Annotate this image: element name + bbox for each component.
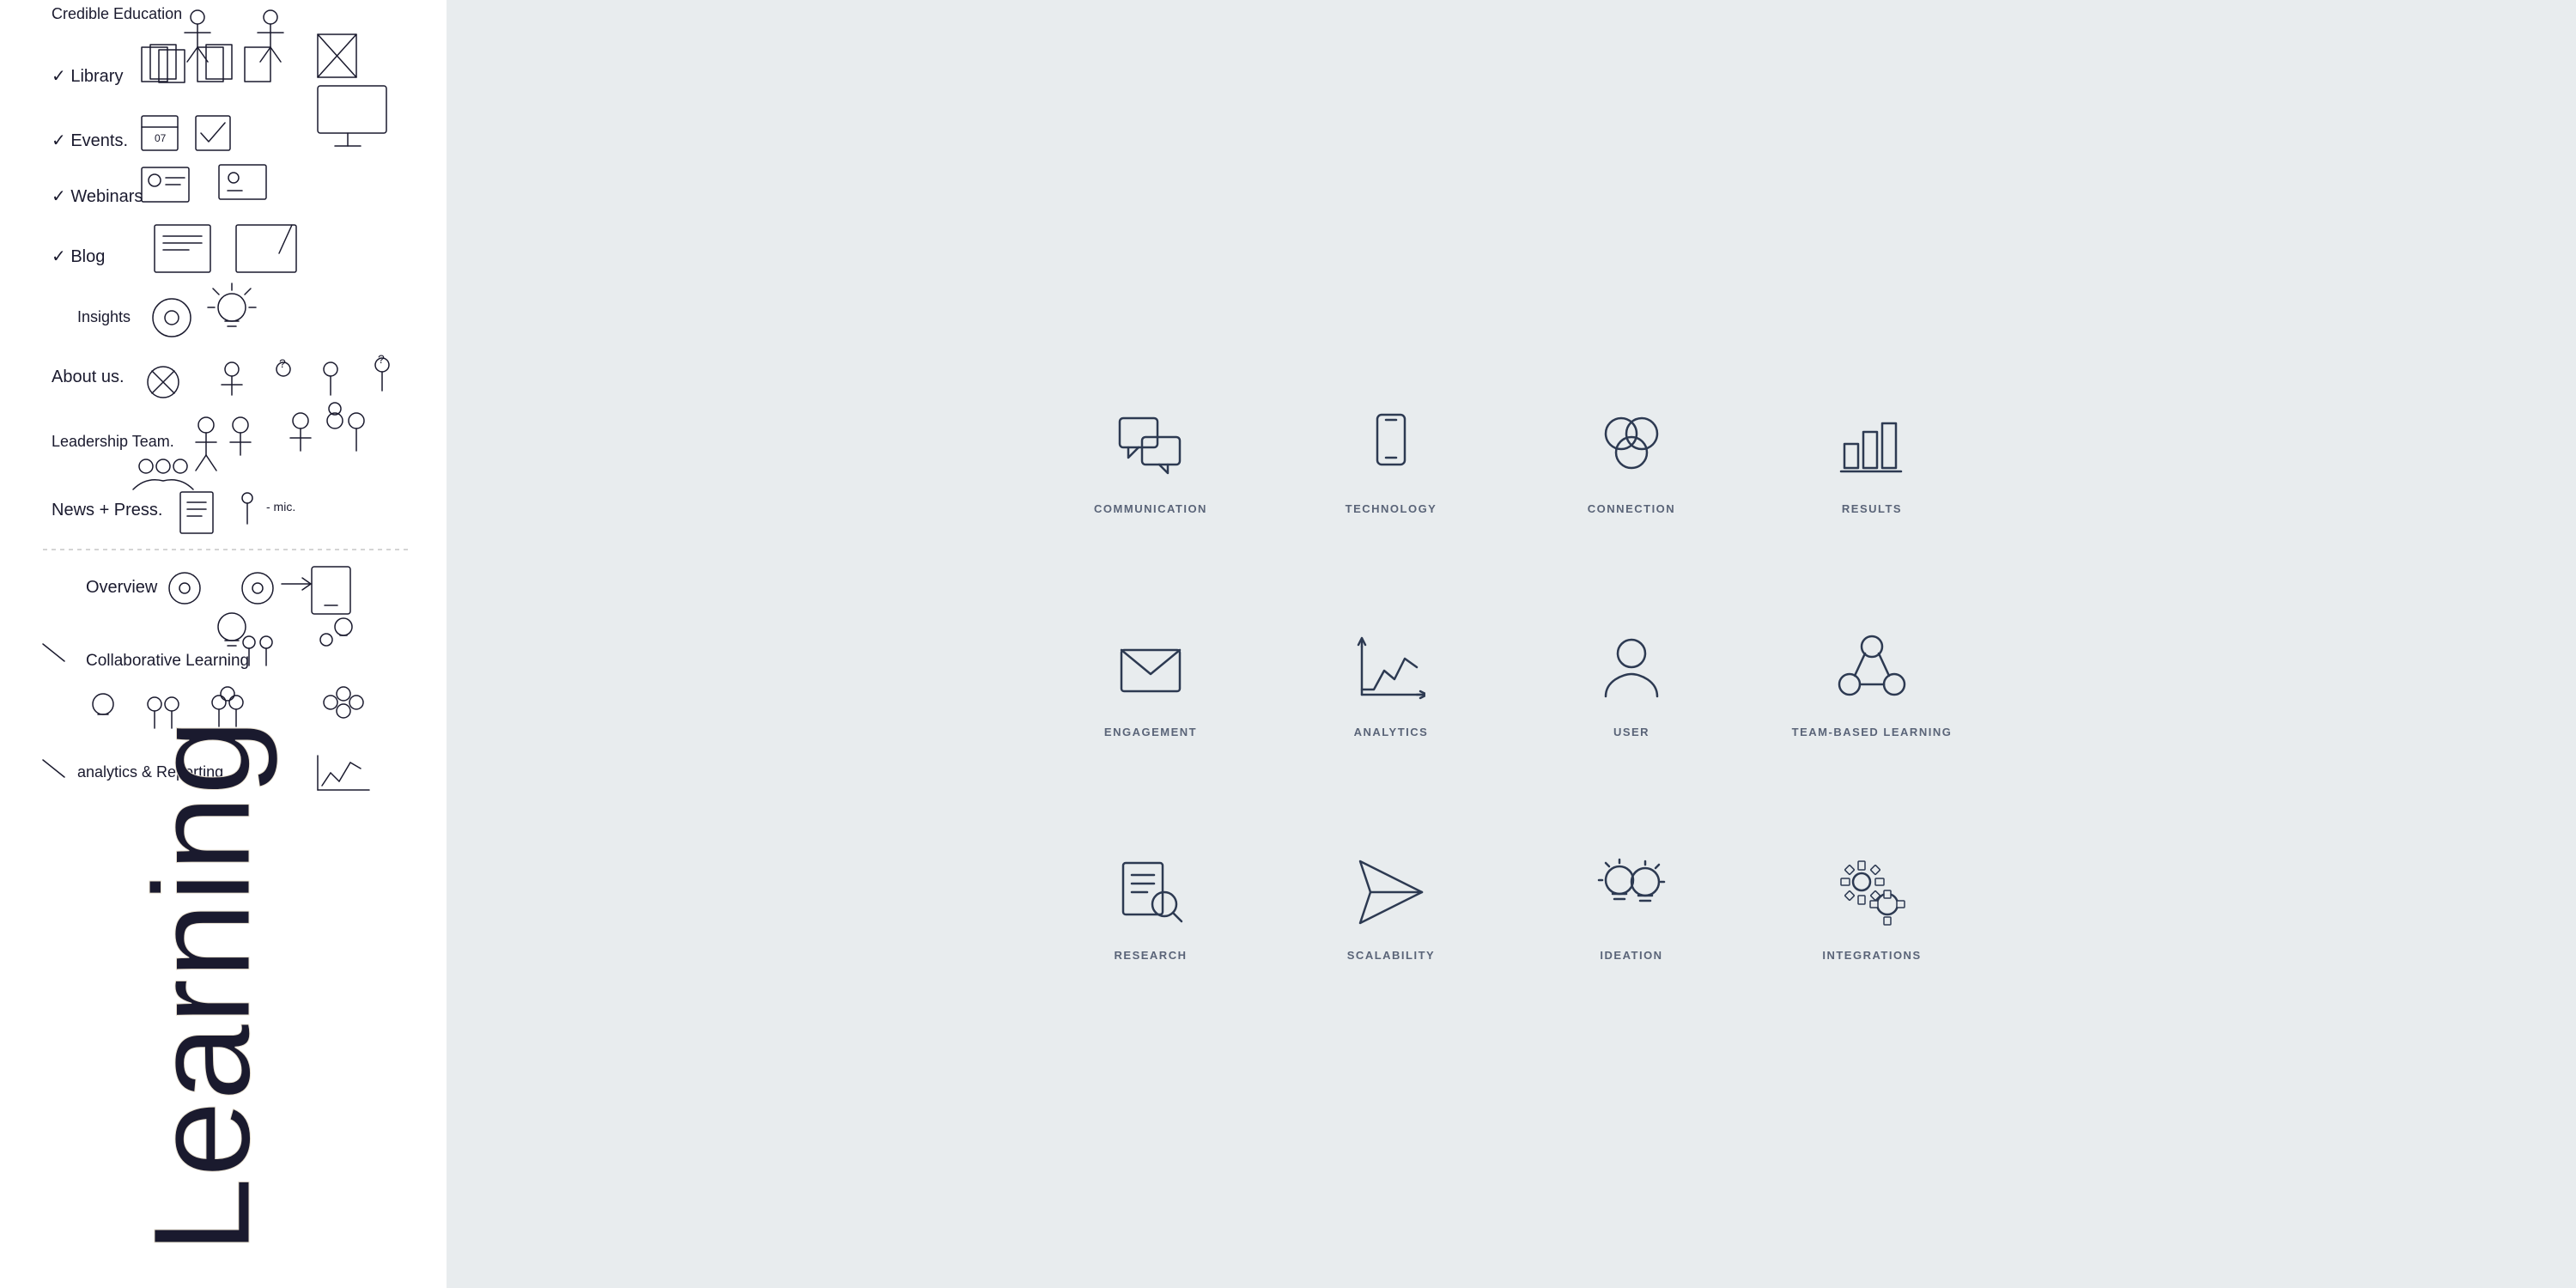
svg-text:✓ Events.: ✓ Events. (52, 131, 128, 150)
analytics-icon-wrapper (1348, 626, 1434, 712)
svg-text:07: 07 (155, 132, 167, 144)
svg-text:About us.: About us. (52, 368, 125, 386)
svg-text:Overview: Overview (86, 578, 158, 597)
engagement-label: ENGAGEMENT (1104, 726, 1197, 738)
communication-icon-wrapper (1108, 403, 1194, 489)
svg-text:News + Press.: News + Press. (52, 501, 162, 519)
icon-cell-connection: CONNECTION (1546, 326, 1717, 515)
svg-text:Credible Education: Credible Education (52, 5, 182, 22)
scalability-label: SCALABILITY (1347, 949, 1435, 962)
svg-text:?: ? (378, 352, 385, 366)
user-icon (1597, 635, 1666, 703)
svg-text:Leadership Team.: Leadership Team. (52, 433, 174, 450)
communication-icon (1116, 411, 1185, 480)
integrations-icon (1838, 858, 1906, 927)
research-label: RESEARCH (1115, 949, 1188, 962)
icon-cell-ideation: IDEATION (1546, 773, 1717, 962)
integrations-icon-wrapper (1829, 849, 1915, 935)
analytics-label: ANALYTICS (1354, 726, 1429, 738)
svg-text:Collaborative Learning: Collaborative Learning (86, 652, 249, 670)
results-label: RESULTS (1842, 502, 1902, 515)
icon-cell-engagement: ENGAGEMENT (1065, 550, 1236, 738)
results-icon (1838, 411, 1906, 480)
icon-cell-analytics: ANALYTICS (1305, 550, 1477, 738)
svg-text:Learning: Learning (125, 719, 278, 1254)
left-sketch-panel: .sketch-text { font-family: 'Comic Sans … (0, 0, 447, 1288)
svg-text:?: ? (279, 356, 286, 370)
engagement-icon-wrapper (1108, 626, 1194, 712)
svg-text:✓ Webinars: ✓ Webinars (52, 187, 143, 206)
connection-icon-wrapper (1589, 403, 1674, 489)
icon-cell-technology: TECHNOLOGY (1305, 326, 1477, 515)
icons-grid: COMMUNICATION TECHNOLOGY (1065, 326, 1958, 962)
right-icons-panel: COMMUNICATION TECHNOLOGY (447, 0, 2576, 1288)
svg-text:Insights: Insights (77, 308, 131, 325)
icon-cell-integrations: INTEGRATIONS (1786, 773, 1958, 962)
user-icon-wrapper (1589, 626, 1674, 712)
icon-cell-research: RESEARCH (1065, 773, 1236, 962)
scalability-icon (1357, 858, 1425, 927)
ideation-icon-wrapper (1589, 849, 1674, 935)
team-based-learning-icon-wrapper (1829, 626, 1915, 712)
communication-label: COMMUNICATION (1094, 502, 1207, 515)
svg-text:- mic.: - mic. (266, 500, 295, 513)
ideation-label: IDEATION (1600, 949, 1662, 962)
svg-text:✓ Blog: ✓ Blog (52, 247, 105, 266)
research-icon (1116, 858, 1185, 927)
svg-text:✓ Library: ✓ Library (52, 67, 123, 86)
icon-cell-results: RESULTS (1786, 326, 1958, 515)
icon-cell-team-based-learning: TEAM-BASED LEARNING (1786, 550, 1958, 738)
ideation-icon (1597, 858, 1666, 927)
technology-label: TECHNOLOGY (1346, 502, 1437, 515)
icon-cell-scalability: SCALABILITY (1305, 773, 1477, 962)
connection-icon (1597, 411, 1666, 480)
integrations-label: INTEGRATIONS (1822, 949, 1921, 962)
icon-cell-user: USER (1546, 550, 1717, 738)
research-icon-wrapper (1108, 849, 1194, 935)
analytics-icon (1357, 635, 1425, 703)
connection-label: CONNECTION (1588, 502, 1675, 515)
icon-cell-communication: COMMUNICATION (1065, 326, 1236, 515)
technology-icon (1357, 411, 1425, 480)
user-label: USER (1613, 726, 1649, 738)
scalability-icon-wrapper (1348, 849, 1434, 935)
results-icon-wrapper (1829, 403, 1915, 489)
engagement-icon (1116, 635, 1185, 703)
team-based-learning-icon (1838, 635, 1906, 703)
technology-icon-wrapper (1348, 403, 1434, 489)
team-based-learning-label: TEAM-BASED LEARNING (1792, 726, 1953, 738)
